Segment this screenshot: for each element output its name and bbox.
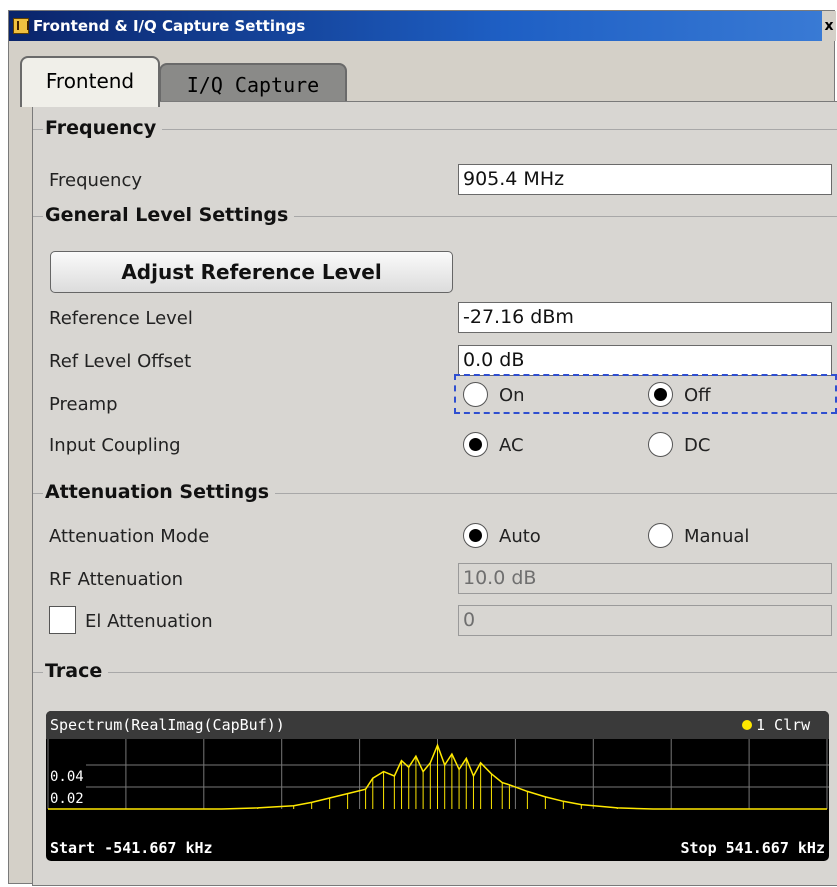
tab-frontend[interactable]: Frontend (20, 56, 160, 107)
frontend-panel: Frequency Frequency 905.4 MHz General Le… (32, 101, 837, 886)
el-attenuation-checkbox[interactable] (49, 606, 76, 634)
trace-title: Spectrum(RealImag(CapBuf)) (50, 716, 285, 734)
attenuation-group: Attenuation Settings (33, 481, 837, 503)
coupling-ac-label[interactable]: AC (499, 435, 524, 456)
rf-attenuation-input: 10.0 dB (458, 563, 832, 594)
preamp-label: Preamp (49, 394, 118, 415)
attenuation-auto-label[interactable]: Auto (499, 526, 541, 547)
adjust-reference-level-button[interactable]: Adjust Reference Level (50, 251, 453, 293)
attenuation-group-title: Attenuation Settings (43, 481, 276, 503)
title-bar[interactable]: Frontend & I/Q Capture Settings x (9, 11, 836, 41)
trace-preview[interactable]: Spectrum(RealImag(CapBuf)) 1 Clrw 0.04 0… (46, 711, 829, 861)
trace-group: Trace (33, 660, 837, 682)
coupling-ac-radio[interactable] (463, 432, 488, 457)
reference-level-label: Reference Level (49, 308, 193, 329)
tab-iq-capture[interactable]: I/Q Capture (159, 63, 347, 103)
close-button[interactable]: x (822, 11, 836, 41)
trace-legend: 1 Clrw (756, 716, 811, 734)
preamp-off-radio[interactable] (648, 382, 673, 407)
y-tick-label: 0.04 (50, 769, 84, 785)
ref-level-offset-label: Ref Level Offset (49, 351, 192, 372)
trace-start-label: Start -541.667 kHz (50, 839, 213, 857)
attenuation-manual-radio[interactable] (648, 523, 673, 548)
attenuation-manual-label[interactable]: Manual (684, 526, 749, 547)
spectrum-plot (47, 739, 829, 810)
el-attenuation-label: El Attenuation (85, 611, 213, 632)
reference-level-input[interactable]: -27.16 dBm (458, 302, 832, 333)
trace-color-dot-icon (742, 720, 752, 730)
frequency-input[interactable]: 905.4 MHz (458, 164, 832, 195)
preamp-on-radio[interactable] (463, 382, 488, 407)
attenuation-mode-label: Attenuation Mode (49, 526, 210, 547)
trace-stop-label: Stop 541.667 kHz (680, 839, 826, 857)
analyzer-app-icon (13, 18, 29, 34)
ref-level-offset-input[interactable]: 0.0 dB (458, 345, 832, 376)
rf-attenuation-label: RF Attenuation (49, 569, 184, 590)
level-group-title: General Level Settings (43, 204, 295, 226)
coupling-dc-radio[interactable] (648, 432, 673, 457)
preamp-on-label[interactable]: On (499, 385, 525, 406)
y-tick-label: 0.02 (50, 791, 84, 807)
level-group: General Level Settings (33, 204, 837, 226)
preamp-off-label[interactable]: Off (684, 385, 711, 406)
trace-group-title: Trace (43, 660, 109, 682)
input-coupling-label: Input Coupling (49, 435, 181, 456)
attenuation-auto-radio[interactable] (463, 523, 488, 548)
settings-dialog: Frontend & I/Q Capture Settings x Fronte… (8, 10, 837, 886)
el-attenuation-input: 0 (458, 605, 832, 636)
window-title: Frontend & I/Q Capture Settings (33, 17, 306, 35)
trace-footer: Start -541.667 kHz Stop 541.667 kHz (46, 835, 829, 861)
frequency-group-title: Frequency (43, 117, 163, 139)
trace-header: Spectrum(RealImag(CapBuf)) 1 Clrw (46, 711, 829, 739)
frequency-group: Frequency (33, 117, 837, 139)
frequency-label: Frequency (49, 170, 142, 191)
coupling-dc-label[interactable]: DC (684, 435, 710, 456)
